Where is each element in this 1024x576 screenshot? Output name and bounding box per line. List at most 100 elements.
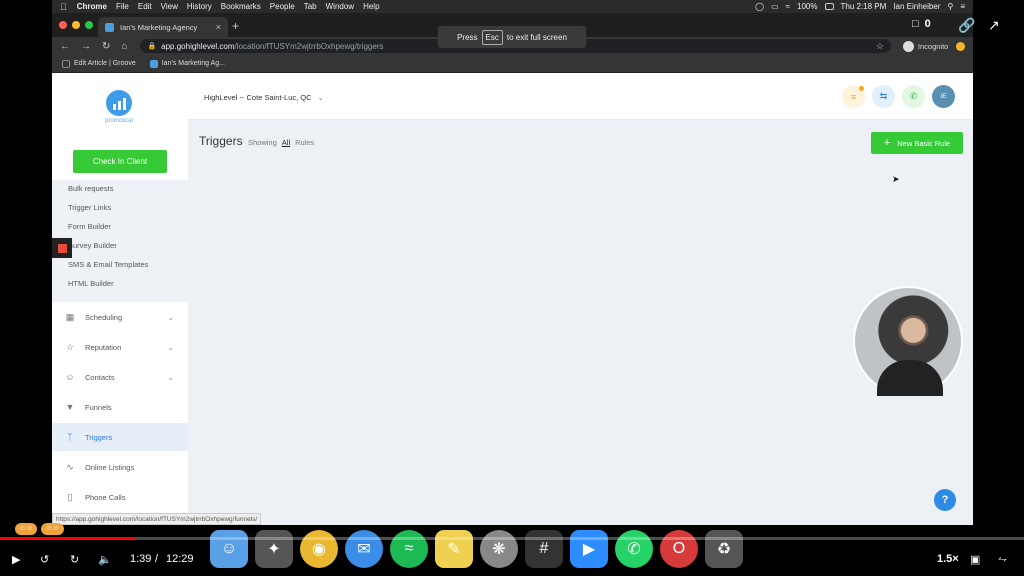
chevron-down-icon: ⌄ <box>167 342 174 352</box>
lock-icon[interactable]: 🔒 <box>147 42 156 50</box>
menu-view[interactable]: View <box>161 2 178 11</box>
webcam-person <box>877 360 943 396</box>
submenu-sms-email-templates[interactable]: SMS & Email Templates <box>68 260 148 269</box>
tab-favicon-icon <box>105 22 114 32</box>
filter-rules[interactable]: Rules <box>295 138 314 147</box>
sidebar-item-phone-calls[interactable]: ▯ Phone Calls <box>52 483 188 511</box>
wifi-icon[interactable]: ≈ <box>786 2 790 11</box>
status-icon[interactable]: ◯ <box>755 2 764 11</box>
sidebar-item-scheduling[interactable]: ▦ Scheduling ⌄ <box>52 303 188 331</box>
battery-percent[interactable]: 100% <box>797 2 817 11</box>
player-controls: ▶ ↺ ↻ 🔈 1:39 / 12:29 1.5× ▣ ⥊ <box>0 544 1024 574</box>
chevron-down-icon: ⌄ <box>317 93 324 102</box>
apple-icon[interactable]:  <box>60 2 67 12</box>
filter-all[interactable]: All <box>282 138 290 147</box>
filter-icon: ▼ <box>65 402 75 412</box>
location-switcher[interactable]: HighLevel -- Cote Saint-Luc, QC ⌄ <box>204 93 324 102</box>
volume-icon[interactable]: 🔈 <box>98 553 112 566</box>
airplay-icon[interactable]: ▭ <box>771 2 779 11</box>
comment-counter[interactable]: □ 0 <box>912 18 931 30</box>
submenu-form-builder[interactable]: Form Builder <box>68 222 111 231</box>
menu-tab[interactable]: Tab <box>304 2 317 11</box>
showing-label: Showing <box>248 138 277 147</box>
progress-fill <box>0 537 136 540</box>
menu-file[interactable]: File <box>116 2 129 11</box>
current-time: 1:39 <box>130 553 152 565</box>
bookmark-groove[interactable]: Edit Article | Groove <box>62 59 136 68</box>
window-controls <box>59 21 93 29</box>
reaction-badge[interactable]: ☺☺ <box>15 523 38 535</box>
groove-favicon-icon <box>62 59 70 68</box>
reload-icon[interactable]: ↻ <box>102 41 110 52</box>
minimize-window-button[interactable] <box>72 21 80 29</box>
check-in-client-button[interactable]: Check In Client <box>73 150 167 173</box>
close-tab-icon[interactable]: × <box>216 22 221 32</box>
user-name[interactable]: Ian Einheiber <box>893 2 940 11</box>
extension-icon[interactable] <box>956 41 965 51</box>
sidebar-item-contacts[interactable]: ☺ Contacts ⌄ <box>52 363 188 391</box>
menu-help[interactable]: Help <box>363 2 379 11</box>
sidebar-item-reputation[interactable]: ☆ Reputation ⌄ <box>52 333 188 361</box>
new-tab-icon[interactable]: + <box>232 19 239 33</box>
rewind-icon[interactable]: ↺ <box>40 553 49 566</box>
playback-speed[interactable]: 1.5× <box>937 553 959 565</box>
avatar[interactable]: IE <box>932 85 955 108</box>
page-title: Triggers <box>199 134 243 148</box>
submenu-html-builder[interactable]: HTML Builder <box>68 279 114 288</box>
bookmark-star-icon[interactable]: ☆ <box>876 41 884 52</box>
submenu-trigger-links[interactable]: Trigger Links <box>68 203 111 212</box>
video-progress-bar[interactable] <box>0 537 1024 540</box>
sidebar-item-label: Contacts <box>85 372 115 382</box>
menu-window[interactable]: Window <box>326 2 354 11</box>
bookmarks-bar: Edit Article | Groove Ian's Marketing Ag… <box>52 55 973 73</box>
record-indicator[interactable] <box>52 238 72 258</box>
pulse-icon: ∿ <box>66 461 74 472</box>
help-button[interactable]: ? <box>934 489 956 511</box>
menu-history[interactable]: History <box>187 2 212 11</box>
plus-icon: + <box>883 137 891 149</box>
menu-edit[interactable]: Edit <box>138 2 152 11</box>
submenu-bulk-requests[interactable]: Bulk requests <box>68 184 113 193</box>
new-basic-rule-button[interactable]: + New Basic Rule <box>871 132 963 154</box>
sidebar-item-label: Funnels <box>85 402 112 412</box>
phone-call-icon[interactable]: ✆ <box>902 85 925 108</box>
webcam-overlay <box>853 286 963 396</box>
spotlight-icon[interactable]: ⚲ <box>947 2 953 11</box>
sidebar-item-label: Online Listings <box>85 462 135 472</box>
logo[interactable]: promotical <box>102 90 136 130</box>
exit-fullscreen-icon[interactable]: ⥊ <box>998 553 1007 566</box>
incognito-indicator[interactable]: Incognito <box>902 40 948 52</box>
browser-tab[interactable]: Ian's Marketing Agency × <box>98 17 228 37</box>
task-list-icon[interactable]: ≡ <box>842 85 865 108</box>
control-center-icon[interactable]: ≡ <box>960 2 965 11</box>
sidebar-item-online-listings[interactable]: ∿ Online Listings <box>52 453 188 481</box>
app-page: promotical Check In Client Bulk requests… <box>52 73 973 525</box>
battery-icon[interactable] <box>824 3 834 10</box>
back-icon[interactable]: ← <box>60 41 70 52</box>
menu-people[interactable]: People <box>270 2 295 11</box>
clock[interactable]: Thu 2:18 PM <box>841 2 887 11</box>
play-icon[interactable]: ▶ <box>12 553 20 566</box>
comment-icon: □ <box>912 18 919 30</box>
forward-skip-icon[interactable]: ↻ <box>70 553 79 566</box>
miniplayer-icon[interactable]: ▣ <box>970 553 980 566</box>
forward-icon[interactable]: → <box>81 41 91 52</box>
chevron-down-icon: ⌄ <box>167 312 174 322</box>
open-external-icon[interactable]: ↗ <box>988 17 1000 34</box>
reaction-badge[interactable]: ☺☺ <box>41 523 64 535</box>
swap-icon[interactable]: ⇆ <box>872 85 895 108</box>
sidebar-item-triggers[interactable]: ᛉ Triggers <box>52 423 188 451</box>
logo-text: promotical <box>105 118 133 124</box>
home-icon[interactable]: ⌂ <box>121 41 127 52</box>
bookmark-agency[interactable]: Ian's Marketing Ag... <box>149 59 225 68</box>
submenu-survey-builder[interactable]: Survey Builder <box>68 241 117 250</box>
menu-chrome[interactable]: Chrome <box>77 2 107 11</box>
person-icon: ☺ <box>65 372 75 382</box>
notification-dot <box>859 86 864 91</box>
sidebar-item-funnels[interactable]: ▼ Funnels <box>52 393 188 421</box>
menu-bookmarks[interactable]: Bookmarks <box>221 2 261 11</box>
link-icon[interactable]: 🔗 <box>958 17 975 34</box>
close-window-button[interactable] <box>59 21 67 29</box>
maximize-window-button[interactable] <box>85 21 93 29</box>
time-separator: / <box>155 553 159 565</box>
